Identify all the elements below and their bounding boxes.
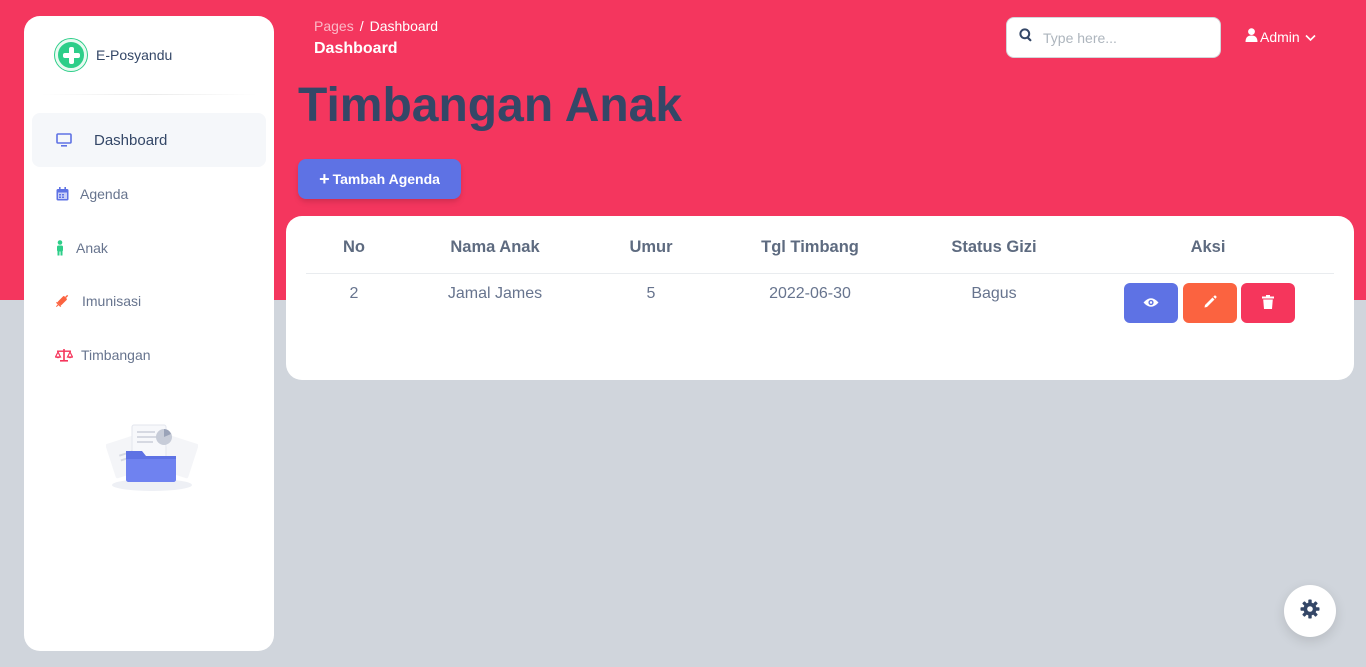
sidebar-item-imunisasi[interactable]: Imunisasi	[32, 274, 266, 328]
breadcrumb-separator: /	[359, 18, 364, 34]
sidebar-item-dashboard[interactable]: Dashboard	[32, 113, 266, 167]
monitor-icon	[54, 130, 74, 150]
sidebar-item-label: Timbangan	[81, 347, 151, 363]
column-header: Tgl Timbang	[761, 238, 859, 256]
gear-icon	[1300, 599, 1320, 624]
pencil-icon	[1203, 294, 1217, 312]
sidebar-item-timbangan[interactable]: Timbangan	[32, 328, 266, 382]
sidebar: E-Posyandu Dashboard Agenda Anak Imunisa…	[24, 16, 274, 651]
sidebar-item-label: Anak	[76, 240, 108, 256]
edit-button[interactable]	[1183, 283, 1237, 323]
cell-status-gizi: Bagus	[971, 285, 1017, 302]
sidebar-item-label: Dashboard	[94, 131, 168, 149]
table-row: 2 Jamal James 5 2022-06-30 Bagus	[306, 274, 1334, 334]
search-box	[1006, 17, 1221, 58]
syringe-icon	[52, 291, 72, 311]
brand[interactable]: E-Posyandu	[55, 39, 172, 71]
header-title: Dashboard	[314, 40, 398, 57]
data-table-card: No Nama Anak Umur Tgl Timbang Status Giz…	[286, 216, 1354, 380]
column-header: Aksi	[1190, 238, 1226, 256]
sidebar-item-agenda[interactable]: Agenda	[32, 167, 266, 221]
column-header: No	[343, 238, 365, 256]
breadcrumb-current: Dashboard	[369, 18, 439, 34]
add-agenda-button[interactable]: + Tambah Agenda	[298, 159, 461, 199]
user-name: Admin	[1260, 28, 1300, 45]
child-icon	[50, 238, 70, 258]
user-icon	[1245, 28, 1258, 45]
chevron-down-icon	[1305, 29, 1316, 45]
breadcrumb: Pages / Dashboard	[314, 18, 438, 34]
delete-button[interactable]	[1241, 283, 1295, 323]
sidebar-item-label: Imunisasi	[82, 293, 142, 309]
cell-no: 2	[349, 285, 359, 302]
trash-icon	[1262, 294, 1274, 312]
search-input[interactable]	[1043, 29, 1203, 46]
data-table: No Nama Anak Umur Tgl Timbang Status Giz…	[306, 216, 1334, 334]
column-header: Nama Anak	[450, 238, 540, 256]
page-title: Timbangan Anak	[298, 79, 683, 132]
settings-button[interactable]	[1284, 585, 1336, 637]
plus-icon: +	[319, 169, 330, 189]
cell-tgl-timbang: 2022-06-30	[769, 285, 851, 302]
breadcrumb-root[interactable]: Pages	[314, 18, 354, 34]
add-agenda-label: Tambah Agenda	[332, 171, 440, 187]
sidebar-item-label: Agenda	[80, 186, 129, 202]
table-header: No Nama Anak Umur Tgl Timbang Status Giz…	[306, 216, 1334, 274]
eye-icon	[1143, 296, 1159, 311]
sidebar-divider	[40, 94, 258, 95]
cell-umur: 5	[646, 285, 656, 302]
user-menu[interactable]: Admin	[1245, 28, 1316, 45]
plus-circle-icon	[55, 39, 87, 71]
brand-name: E-Posyandu	[96, 47, 173, 63]
column-header: Status Gizi	[951, 238, 1037, 256]
documents-folder-illustration	[105, 421, 199, 493]
column-header: Umur	[629, 238, 673, 256]
scale-icon	[54, 345, 74, 365]
cell-nama-anak: Jamal James	[447, 285, 543, 302]
sidebar-item-anak[interactable]: Anak	[32, 221, 266, 275]
search-icon	[1019, 28, 1033, 47]
view-button[interactable]	[1124, 283, 1178, 323]
calendar-icon	[52, 184, 72, 204]
